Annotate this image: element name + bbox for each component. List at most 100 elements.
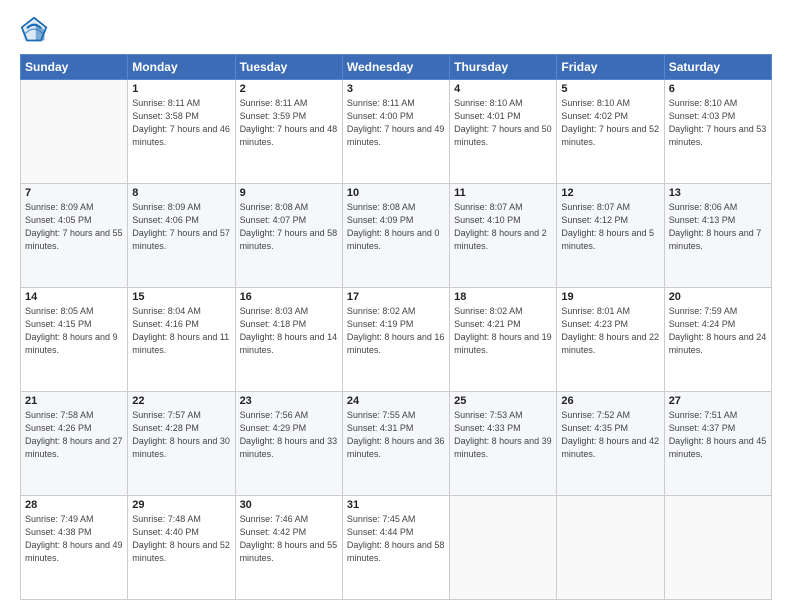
day-number: 31 xyxy=(347,499,445,511)
day-number: 27 xyxy=(669,395,767,407)
calendar-cell: 29Sunrise: 7:48 AMSunset: 4:40 PMDayligh… xyxy=(128,496,235,600)
day-number: 17 xyxy=(347,291,445,303)
calendar-header-thursday: Thursday xyxy=(450,55,557,80)
day-info: Sunrise: 8:09 AMSunset: 4:05 PMDaylight:… xyxy=(25,201,123,253)
day-info: Sunrise: 8:08 AMSunset: 4:09 PMDaylight:… xyxy=(347,201,445,253)
calendar-cell: 20Sunrise: 7:59 AMSunset: 4:24 PMDayligh… xyxy=(664,288,771,392)
calendar-header-monday: Monday xyxy=(128,55,235,80)
day-number: 6 xyxy=(669,83,767,95)
calendar-cell: 14 Sunrise: 8:05 AMSunset: 4:15 PMDayligh… xyxy=(21,288,128,392)
day-info: Sunrise: 8:07 AMSunset: 4:10 PMDaylight:… xyxy=(454,201,552,253)
day-info: Sunrise: 8:11 AMSunset: 3:58 PMDaylight:… xyxy=(132,97,230,149)
day-number: 30 xyxy=(240,499,338,511)
calendar-cell xyxy=(557,496,664,600)
day-number: 14 xyxy=(25,291,123,303)
page: SundayMondayTuesdayWednesdayThursdayFrid… xyxy=(0,0,792,612)
calendar-cell: 13 Sunrise: 8:06 AMSunset: 4:13 PMDayligh… xyxy=(664,184,771,288)
calendar-header-row: SundayMondayTuesdayWednesdayThursdayFrid… xyxy=(21,55,772,80)
day-number: 29 xyxy=(132,499,230,511)
calendar-header-wednesday: Wednesday xyxy=(342,55,449,80)
calendar-cell: 4 Sunrise: 8:10 AMSunset: 4:01 PMDaylight… xyxy=(450,80,557,184)
calendar-cell: 8Sunrise: 8:09 AMSunset: 4:06 PMDaylight… xyxy=(128,184,235,288)
day-number: 10 xyxy=(347,187,445,199)
day-number: 8 xyxy=(132,187,230,199)
calendar-cell: 6 Sunrise: 8:10 AMSunset: 4:03 PMDaylight… xyxy=(664,80,771,184)
calendar-cell: 12 Sunrise: 8:07 AMSunset: 4:12 PMDayligh… xyxy=(557,184,664,288)
day-info: Sunrise: 8:10 AMSunset: 4:01 PMDaylight:… xyxy=(454,97,552,149)
day-info: Sunrise: 8:02 AMSunset: 4:21 PMDaylight:… xyxy=(454,305,552,357)
day-number: 28 xyxy=(25,499,123,511)
calendar-cell: 9 Sunrise: 8:08 AMSunset: 4:07 PMDaylight… xyxy=(235,184,342,288)
logo-icon xyxy=(20,16,48,44)
day-number: 21 xyxy=(25,395,123,407)
day-number: 2 xyxy=(240,83,338,95)
calendar-week-row: 14 Sunrise: 8:05 AMSunset: 4:15 PMDayligh… xyxy=(21,288,772,392)
calendar-cell: 7 Sunrise: 8:09 AMSunset: 4:05 PMDaylight… xyxy=(21,184,128,288)
day-info: Sunrise: 7:58 AMSunset: 4:26 PMDaylight:… xyxy=(25,409,123,461)
calendar-week-row: 21 Sunrise: 7:58 AMSunset: 4:26 PMDayligh… xyxy=(21,392,772,496)
day-info: Sunrise: 8:07 AMSunset: 4:12 PMDaylight:… xyxy=(561,201,659,253)
day-number: 26 xyxy=(561,395,659,407)
header xyxy=(20,16,772,44)
calendar-cell: 10 Sunrise: 8:08 AMSunset: 4:09 PMDayligh… xyxy=(342,184,449,288)
day-info: Sunrise: 7:56 AMSunset: 4:29 PMDaylight:… xyxy=(240,409,338,461)
day-info: Sunrise: 8:04 AMSunset: 4:16 PMDaylight:… xyxy=(132,305,230,357)
calendar-cell: 22Sunrise: 7:57 AMSunset: 4:28 PMDayligh… xyxy=(128,392,235,496)
calendar-cell: 28 Sunrise: 7:49 AMSunset: 4:38 PMDayligh… xyxy=(21,496,128,600)
day-number: 18 xyxy=(454,291,552,303)
day-number: 9 xyxy=(240,187,338,199)
day-info: Sunrise: 7:46 AMSunset: 4:42 PMDaylight:… xyxy=(240,513,338,565)
day-number: 4 xyxy=(454,83,552,95)
day-number: 11 xyxy=(454,187,552,199)
day-number: 13 xyxy=(669,187,767,199)
day-info: Sunrise: 8:01 AMSunset: 4:23 PMDaylight:… xyxy=(561,305,659,357)
day-info: Sunrise: 7:45 AMSunset: 4:44 PMDaylight:… xyxy=(347,513,445,565)
day-info: Sunrise: 7:59 AMSunset: 4:24 PMDaylight:… xyxy=(669,305,767,357)
calendar-cell: 31 Sunrise: 7:45 AMSunset: 4:44 PMDayligh… xyxy=(342,496,449,600)
day-number: 3 xyxy=(347,83,445,95)
logo xyxy=(20,16,52,44)
day-info: Sunrise: 8:10 AMSunset: 4:03 PMDaylight:… xyxy=(669,97,767,149)
calendar-header-saturday: Saturday xyxy=(664,55,771,80)
calendar-week-row: 7 Sunrise: 8:09 AMSunset: 4:05 PMDaylight… xyxy=(21,184,772,288)
calendar-cell: 19Sunrise: 8:01 AMSunset: 4:23 PMDayligh… xyxy=(557,288,664,392)
calendar-cell: 2Sunrise: 8:11 AMSunset: 3:59 PMDaylight… xyxy=(235,80,342,184)
day-info: Sunrise: 8:08 AMSunset: 4:07 PMDaylight:… xyxy=(240,201,338,253)
calendar-cell: 11 Sunrise: 8:07 AMSunset: 4:10 PMDayligh… xyxy=(450,184,557,288)
day-info: Sunrise: 8:05 AMSunset: 4:15 PMDaylight:… xyxy=(25,305,123,357)
day-number: 12 xyxy=(561,187,659,199)
calendar-header-sunday: Sunday xyxy=(21,55,128,80)
calendar-cell: 21 Sunrise: 7:58 AMSunset: 4:26 PMDayligh… xyxy=(21,392,128,496)
calendar-week-row: 28 Sunrise: 7:49 AMSunset: 4:38 PMDayligh… xyxy=(21,496,772,600)
calendar-cell: 15 Sunrise: 8:04 AMSunset: 4:16 PMDayligh… xyxy=(128,288,235,392)
calendar-cell: 24Sunrise: 7:55 AMSunset: 4:31 PMDayligh… xyxy=(342,392,449,496)
day-number: 23 xyxy=(240,395,338,407)
day-number: 22 xyxy=(132,395,230,407)
calendar-cell: 30 Sunrise: 7:46 AMSunset: 4:42 PMDayligh… xyxy=(235,496,342,600)
day-info: Sunrise: 7:51 AMSunset: 4:37 PMDaylight:… xyxy=(669,409,767,461)
day-info: Sunrise: 8:03 AMSunset: 4:18 PMDaylight:… xyxy=(240,305,338,357)
day-info: Sunrise: 7:49 AMSunset: 4:38 PMDaylight:… xyxy=(25,513,123,565)
day-info: Sunrise: 8:11 AMSunset: 4:00 PMDaylight:… xyxy=(347,97,445,149)
calendar-cell xyxy=(450,496,557,600)
day-number: 1 xyxy=(132,83,230,95)
day-number: 15 xyxy=(132,291,230,303)
calendar-cell: 18 Sunrise: 8:02 AMSunset: 4:21 PMDayligh… xyxy=(450,288,557,392)
calendar-cell: 3 Sunrise: 8:11 AMSunset: 4:00 PMDaylight… xyxy=(342,80,449,184)
calendar-cell xyxy=(21,80,128,184)
calendar-week-row: 1 Sunrise: 8:11 AMSunset: 3:58 PMDaylight… xyxy=(21,80,772,184)
day-info: Sunrise: 8:02 AMSunset: 4:19 PMDaylight:… xyxy=(347,305,445,357)
calendar-cell: 5 Sunrise: 8:10 AMSunset: 4:02 PMDaylight… xyxy=(557,80,664,184)
day-number: 16 xyxy=(240,291,338,303)
day-number: 7 xyxy=(25,187,123,199)
day-info: Sunrise: 8:10 AMSunset: 4:02 PMDaylight:… xyxy=(561,97,659,149)
day-info: Sunrise: 7:53 AMSunset: 4:33 PMDaylight:… xyxy=(454,409,552,461)
day-info: Sunrise: 8:06 AMSunset: 4:13 PMDaylight:… xyxy=(669,201,767,253)
day-number: 25 xyxy=(454,395,552,407)
day-info: Sunrise: 7:55 AMSunset: 4:31 PMDaylight:… xyxy=(347,409,445,461)
calendar-header-tuesday: Tuesday xyxy=(235,55,342,80)
calendar-cell: 17 Sunrise: 8:02 AMSunset: 4:19 PMDayligh… xyxy=(342,288,449,392)
calendar-header-friday: Friday xyxy=(557,55,664,80)
calendar-cell: 25 Sunrise: 7:53 AMSunset: 4:33 PMDayligh… xyxy=(450,392,557,496)
day-number: 5 xyxy=(561,83,659,95)
